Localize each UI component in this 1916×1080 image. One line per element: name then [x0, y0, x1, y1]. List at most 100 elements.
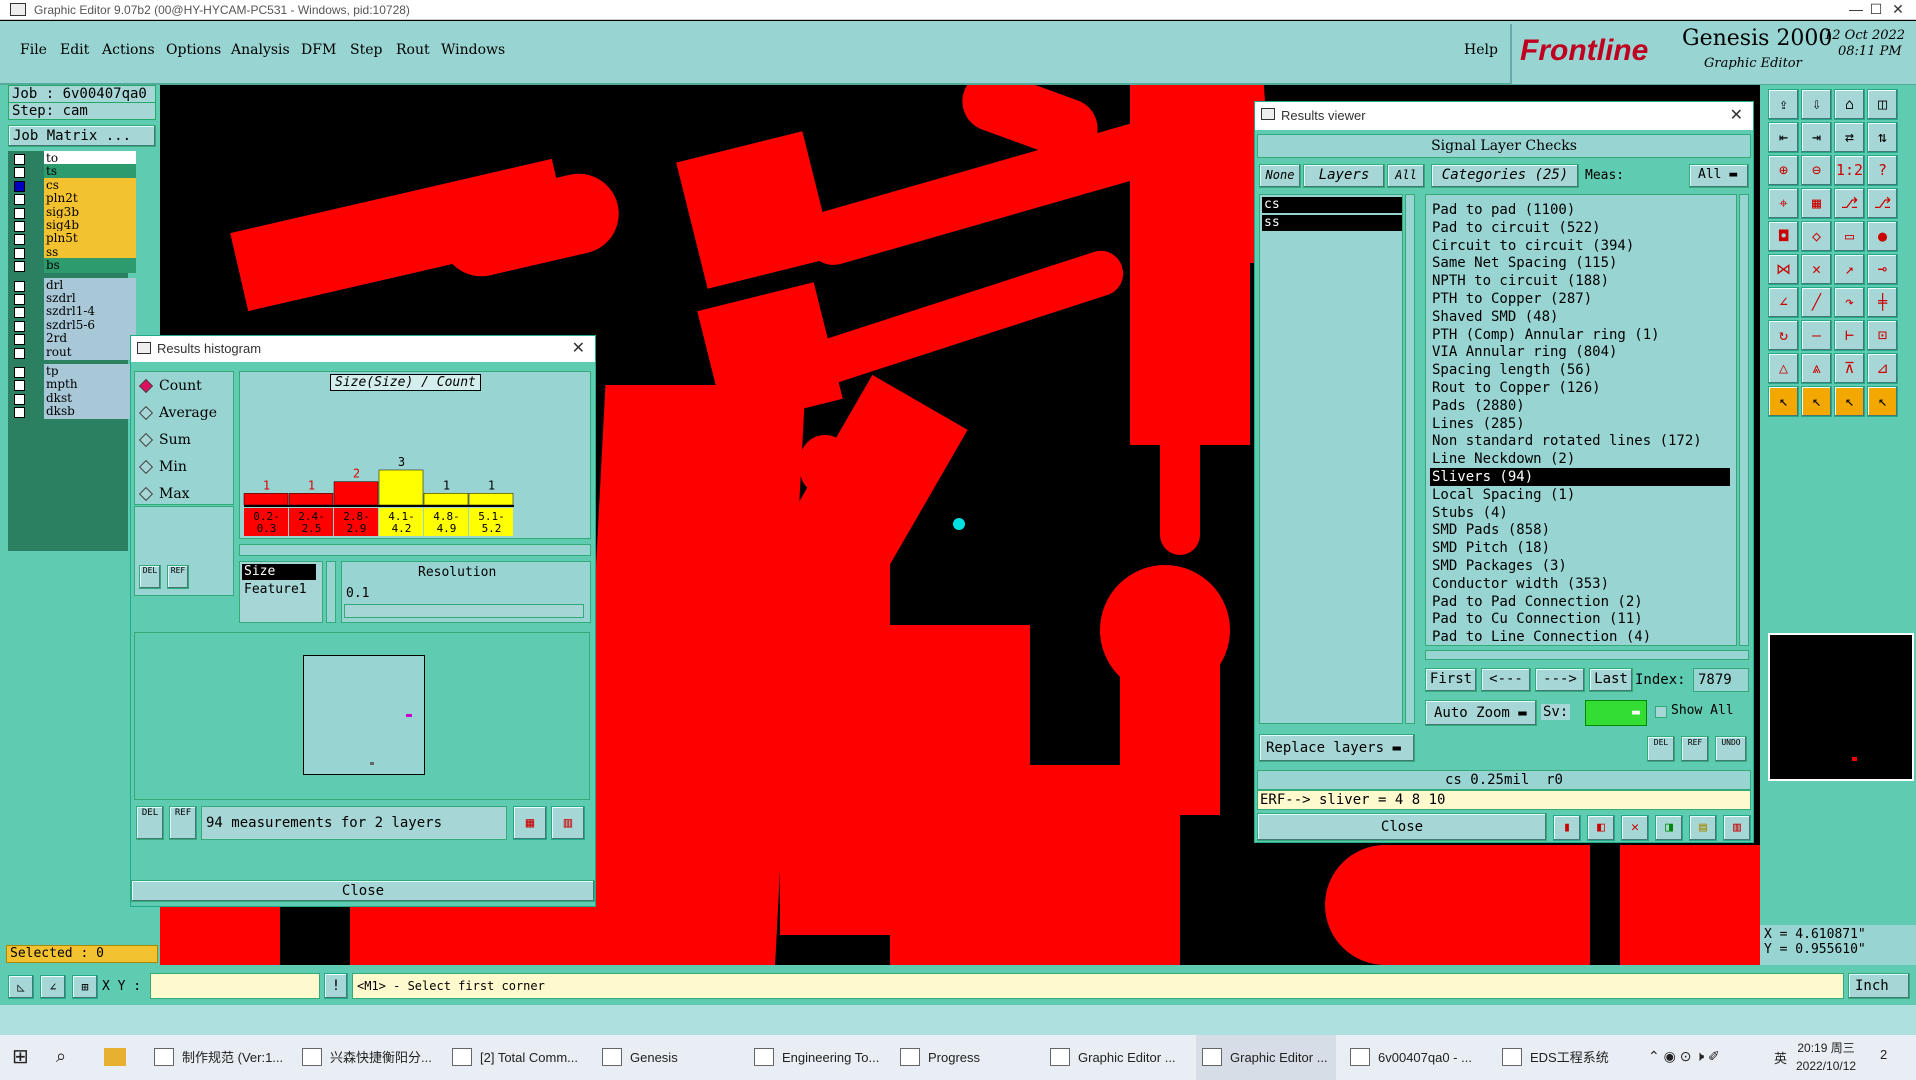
menu-options[interactable]: Options [166, 42, 221, 58]
category-item[interactable]: Lines (285) [1430, 415, 1725, 433]
taskbar-item[interactable]: Progress [894, 1035, 1034, 1080]
menu-edit[interactable]: Edit [60, 42, 89, 58]
layer-checkbox[interactable] [14, 280, 25, 292]
histogram-bar[interactable] [288, 493, 334, 506]
layer-checkbox[interactable] [14, 180, 25, 192]
result-marker[interactable] [953, 518, 965, 530]
layer-checkbox[interactable] [14, 247, 25, 259]
sv-select[interactable]: ▬ [1585, 700, 1647, 726]
taskbar-item[interactable]: Genesis [596, 1035, 736, 1080]
category-item[interactable]: PTH (Comp) Annular ring (1) [1430, 326, 1725, 344]
layer-checkbox[interactable] [14, 380, 25, 392]
scale-icon[interactable]: 1:2 [1834, 155, 1865, 186]
close-icon[interactable]: ✕ [1730, 102, 1743, 130]
v-scrollbar[interactable] [326, 561, 336, 623]
job-matrix-button[interactable]: Job Matrix ... [8, 125, 156, 147]
ref-button[interactable]: REF [167, 565, 189, 589]
pointer-icon[interactable]: ↖ [1801, 386, 1832, 417]
field-size[interactable]: Size [242, 564, 316, 580]
cross-icon[interactable]: ✕ [1621, 815, 1649, 841]
snap-icon[interactable]: ◺ [8, 975, 34, 999]
mode-average[interactable]: Average [138, 403, 217, 423]
category-item[interactable]: Pad to pad (1100) [1430, 201, 1725, 219]
chart-icon[interactable]: ▦ [513, 806, 547, 840]
taskbar-item[interactable]: 6v00407qa0 - ... [1344, 1035, 1484, 1080]
windows-start-icon[interactable]: ⊞ [12, 1047, 34, 1069]
layers-button[interactable]: Layers [1303, 164, 1385, 188]
menu-actions[interactable]: Actions [102, 42, 155, 58]
taskbar-item[interactable]: 兴森快捷衡阳分... [296, 1035, 436, 1080]
pointer-icon[interactable]: ↖ [1834, 386, 1865, 417]
layer-checkbox[interactable] [14, 207, 25, 219]
notes-icon[interactable]: ▤ [1689, 815, 1717, 841]
category-item[interactable]: Pad to Pad Connection (2) [1430, 593, 1725, 611]
meas-select[interactable]: All ▬ [1689, 164, 1749, 188]
dot-icon[interactable]: ● [1867, 221, 1898, 252]
category-item[interactable]: Stubs (4) [1430, 504, 1725, 522]
mode-count[interactable]: Count [138, 376, 202, 396]
categories-button[interactable]: Categories (25) [1431, 164, 1579, 188]
prev-button[interactable]: <--- [1481, 668, 1531, 692]
grid-icon[interactable]: ▦ [1801, 188, 1832, 219]
del-button[interactable]: DEL [1647, 736, 1675, 762]
category-item[interactable]: SMD Pitch (18) [1430, 539, 1725, 557]
layer-checkbox[interactable] [14, 167, 25, 179]
ime-indicator[interactable]: 英 [1774, 1048, 1787, 1067]
menu-dfm[interactable]: DFM [301, 42, 336, 58]
category-item[interactable]: Line Neckdown (2) [1430, 450, 1725, 468]
category-item[interactable]: Conductor width (353) [1430, 575, 1725, 593]
v-scrollbar[interactable] [1739, 194, 1749, 646]
layout-icon[interactable]: ▥ [551, 806, 585, 840]
cross-icon[interactable]: ✕ [1801, 254, 1832, 285]
layer-item[interactable]: cs [1262, 197, 1402, 213]
mode-sum[interactable]: Sum [138, 430, 191, 450]
layer-row-dksb[interactable]: dksb [10, 404, 136, 420]
measure-icon[interactable]: ⊢ [1834, 320, 1865, 351]
close-window-button[interactable]: ✕ [1878, 0, 1916, 20]
zoom-out-icon[interactable]: ⊖ [1801, 155, 1832, 186]
taskbar-item[interactable]: [2] Total Comm... [446, 1035, 586, 1080]
all-button[interactable]: All [1387, 164, 1425, 188]
taskbar-item[interactable]: 制作规范 (Ver:1... [148, 1035, 288, 1080]
open-icon[interactable]: ⇪ [1768, 89, 1799, 120]
mode-min[interactable]: Min [138, 457, 187, 477]
v-scrollbar[interactable] [1405, 194, 1415, 724]
flip-icon[interactable]: ⇅ [1867, 122, 1898, 153]
search-icon[interactable]: ⌕ [56, 1046, 66, 1067]
ref-button[interactable]: REF [169, 806, 197, 840]
last-button[interactable]: Last [1589, 668, 1633, 692]
category-item[interactable]: SMD Packages (3) [1430, 557, 1725, 575]
box-icon[interactable]: ⊡ [1867, 320, 1898, 351]
swap-icon[interactable]: ⇄ [1834, 122, 1865, 153]
chart-icon[interactable]: ▥ [1723, 815, 1751, 841]
nand-icon[interactable]: ⊼ [1834, 353, 1865, 384]
corner-icon[interactable]: ⊿ [1867, 353, 1898, 384]
grid-icon[interactable]: ⊞ [72, 975, 98, 999]
first-icon[interactable]: ⇤ [1768, 122, 1799, 153]
h-scrollbar[interactable] [1425, 650, 1749, 660]
results-close-button[interactable]: Close [1257, 813, 1547, 841]
taskbar-item[interactable]: Graphic Editor ... [1044, 1035, 1184, 1080]
layer-checkbox[interactable] [14, 393, 25, 405]
next-button[interactable]: ---> [1535, 668, 1585, 692]
dash-icon[interactable]: — [1801, 320, 1832, 351]
preview-window[interactable] [303, 655, 425, 775]
menu-windows[interactable]: Windows [441, 42, 505, 58]
menu-file[interactable]: File [20, 42, 47, 58]
fill-icon[interactable]: ◘ [1768, 221, 1799, 252]
close-icon[interactable]: ✕ [572, 336, 585, 362]
category-item[interactable]: Spacing length (56) [1430, 361, 1725, 379]
layer-row-rout[interactable]: rout [10, 344, 136, 361]
units-select[interactable]: Inch [1848, 973, 1910, 999]
resolution-slider[interactable] [344, 604, 584, 618]
mode-max[interactable]: Max [138, 484, 190, 504]
taskbar-item[interactable]: EDS工程系统 [1496, 1035, 1636, 1080]
connect-icon[interactable]: ⋈ [1768, 254, 1799, 285]
histogram-bar[interactable] [243, 493, 289, 506]
angle-icon[interactable]: ∠ [1768, 287, 1799, 318]
tool-icon[interactable]: ▮ [1553, 815, 1581, 841]
layer-checkbox[interactable] [14, 234, 25, 246]
category-item[interactable]: Pads (2880) [1430, 397, 1725, 415]
notification-count[interactable]: 2 [1880, 1047, 1887, 1062]
rect-icon[interactable]: ▭ [1834, 221, 1865, 252]
